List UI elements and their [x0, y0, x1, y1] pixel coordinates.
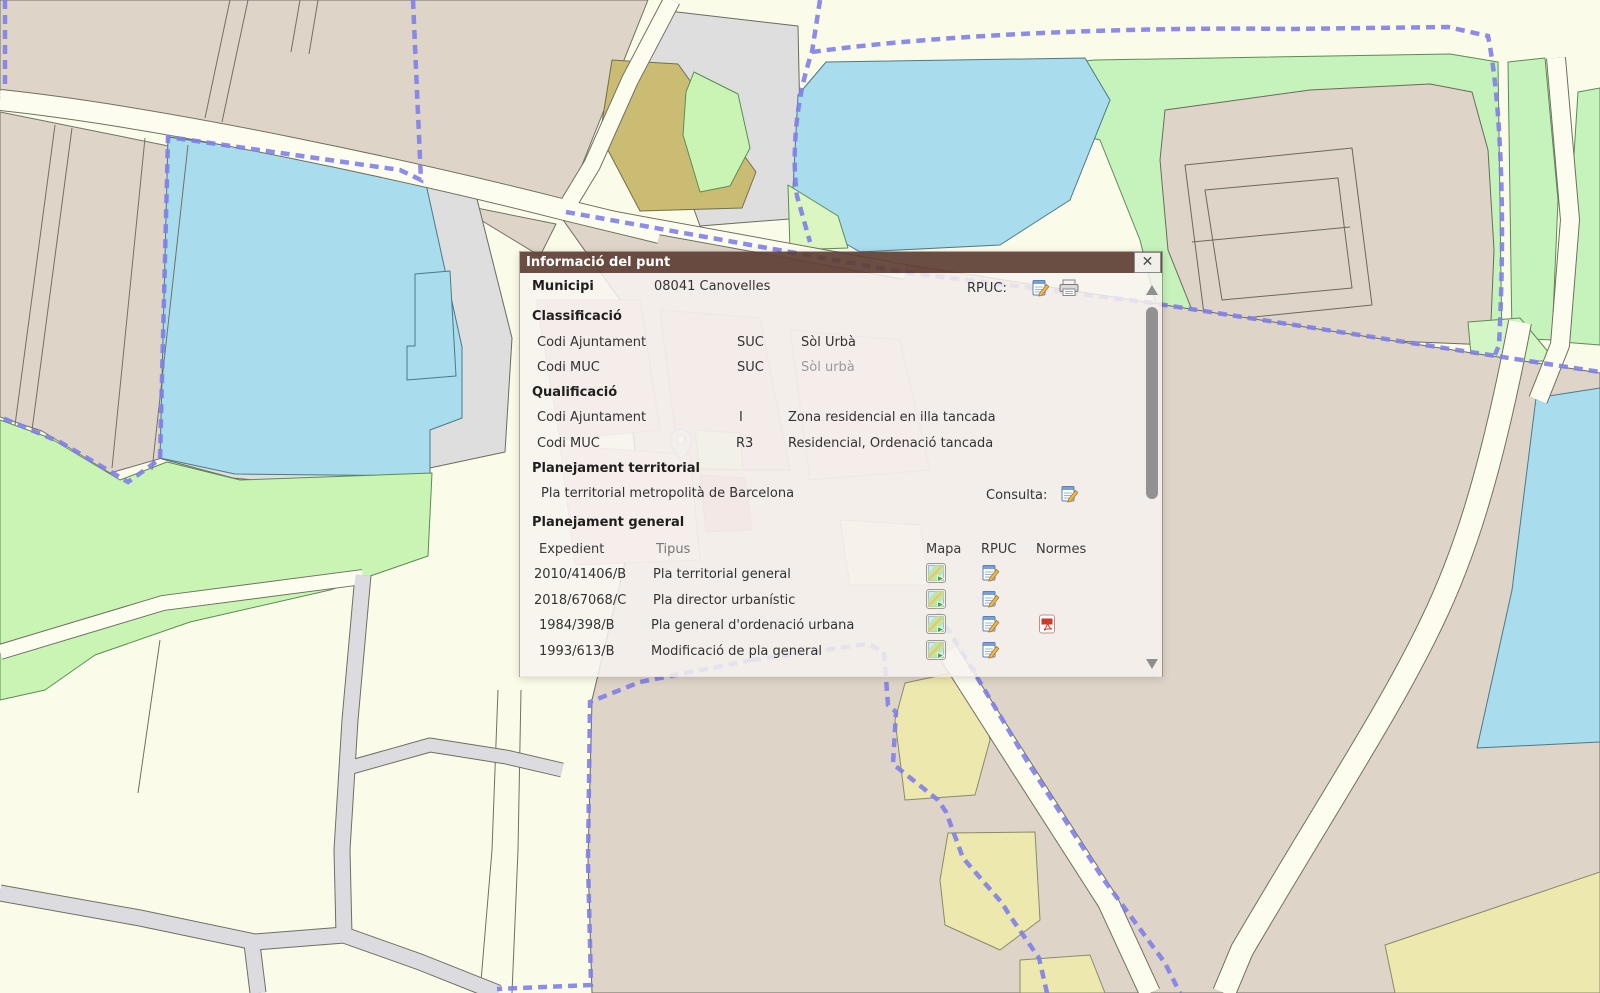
popup-body: Municipi 08041 Canovelles RPUC: Classifi… [520, 273, 1162, 677]
doc-edit-icon[interactable] [982, 615, 1000, 633]
row-label: Codi Ajuntament [537, 410, 646, 425]
row-desc: Zona residencial en illa tancada [788, 410, 996, 425]
row-desc: Sòl urbà [801, 360, 855, 375]
expedient-cell: 1993/613/B [539, 644, 615, 659]
popup-titlebar[interactable]: Informació del punt ✕ [520, 252, 1162, 273]
tipus-cell: Pla general d'ordenació urbana [651, 618, 854, 633]
close-button[interactable]: ✕ [1134, 252, 1161, 273]
territorial-plan: Pla territorial metropolità de Barcelona [541, 486, 794, 501]
close-icon: ✕ [1142, 254, 1154, 270]
doc-edit-icon[interactable] [982, 590, 1000, 608]
expedient-cell: 1984/398/B [539, 618, 615, 633]
section-classificacio: Classificació [532, 309, 622, 324]
map-icon[interactable] [926, 563, 946, 583]
row-code: SUC [737, 360, 764, 375]
row-label: Codi MUC [537, 360, 600, 375]
doc-edit-icon[interactable] [1032, 279, 1050, 297]
row-code: I [739, 410, 743, 425]
map-icon[interactable] [926, 640, 946, 660]
expedient-cell: 2010/41406/B [534, 567, 626, 582]
scroll-up-arrow-icon[interactable] [1146, 285, 1158, 295]
scroll-down-arrow-icon[interactable] [1146, 659, 1158, 669]
municipi-label: Municipi [532, 279, 594, 294]
col-expedient: Expedient [539, 542, 604, 557]
doc-edit-icon[interactable] [1061, 485, 1079, 503]
section-territorial: Planejament territorial [532, 461, 700, 476]
tipus-cell: Pla territorial general [653, 567, 791, 582]
section-qualificacio: Qualificació [532, 385, 617, 400]
row-desc: Residencial, Ordenació tancada [788, 436, 993, 451]
rpuc-label: RPUC: [967, 281, 1007, 296]
col-tipus: Tipus [656, 542, 690, 557]
municipi-value: 08041 Canovelles [654, 279, 770, 294]
section-general: Planejament general [532, 515, 684, 530]
popup-title-text: Informació del punt [526, 255, 670, 270]
col-normes: Normes [1036, 542, 1086, 557]
consulta-label: Consulta: [986, 488, 1047, 503]
row-label: Codi Ajuntament [537, 335, 646, 350]
yellow-zone [1020, 955, 1105, 993]
tipus-cell: Pla director urbanístic [653, 593, 795, 608]
row-desc: Sòl Urbà [801, 335, 856, 350]
printer-icon[interactable] [1058, 279, 1080, 297]
scrollbar-thumb[interactable] [1146, 307, 1158, 499]
row-code: R3 [736, 436, 753, 451]
rural-parcel [1160, 84, 1494, 345]
col-rpuc: RPUC [981, 542, 1016, 557]
row-label: Codi MUC [537, 436, 600, 451]
map-icon[interactable] [926, 589, 946, 609]
info-popup: Informació del punt ✕ Municipi 08041 Can… [519, 251, 1163, 677]
doc-edit-icon[interactable] [982, 641, 1000, 659]
expedient-cell: 2018/67068/C [534, 593, 626, 608]
pdf-icon[interactable] [1037, 614, 1057, 634]
col-mapa: Mapa [926, 542, 961, 557]
popup-scrollbar[interactable] [1144, 277, 1160, 673]
map-icon[interactable] [926, 614, 946, 634]
row-code: SUC [737, 335, 764, 350]
doc-edit-icon[interactable] [982, 564, 1000, 582]
tipus-cell: Modificació de pla general [651, 644, 822, 659]
